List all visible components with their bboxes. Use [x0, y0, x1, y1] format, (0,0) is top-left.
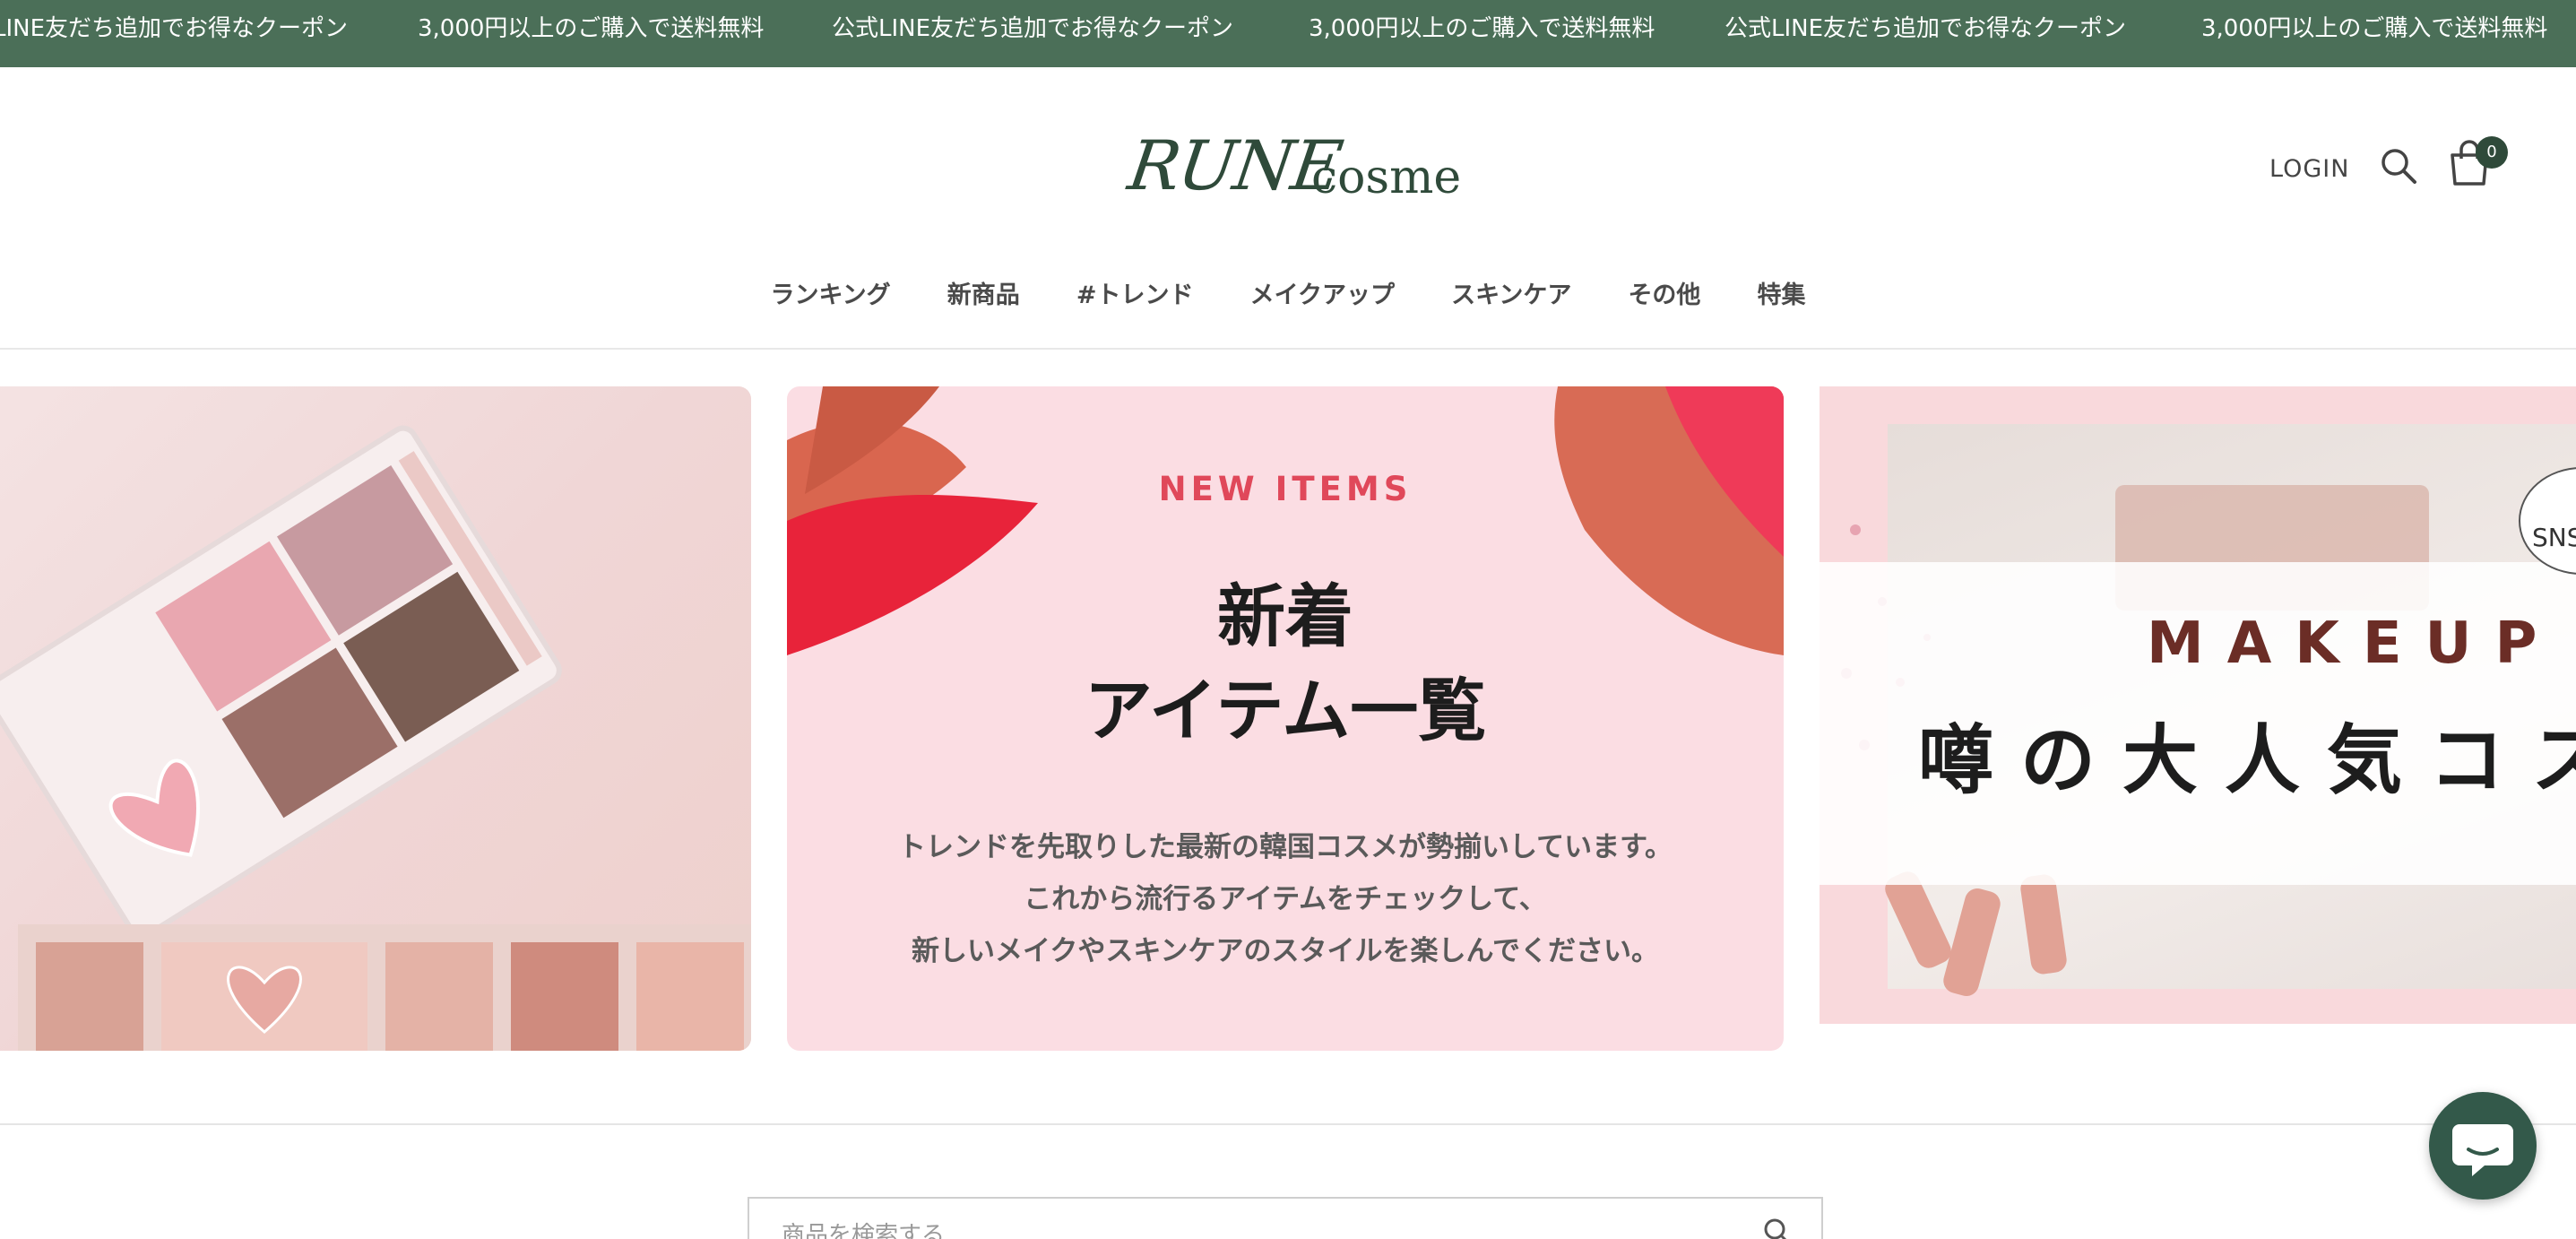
carousel-slide-makeup[interactable]: SNS MAKEUP 噂の大人気コス	[1820, 386, 2576, 1024]
sns-label: SNS	[2532, 523, 2576, 552]
search-icon[interactable]	[1762, 1217, 1793, 1239]
chat-bubble-icon	[2452, 1124, 2513, 1176]
nav-item-trend[interactable]: #トレンド	[1076, 273, 1194, 318]
announcement-message: 公式LINE友だち追加でお得なクーポン	[1725, 15, 2127, 42]
search-input[interactable]: 商品を検索する	[782, 1217, 945, 1239]
carousel-slide-palette[interactable]	[0, 386, 751, 1051]
product-search-box[interactable]: 商品を検索する	[748, 1197, 1823, 1239]
chat-button[interactable]	[2429, 1092, 2537, 1200]
slide-title-line1: 新着	[1217, 576, 1353, 656]
logo-word: cosme	[1311, 151, 1462, 204]
slide-description: 新しいメイクやスキンケアのスタイルを楽しんでください。	[912, 935, 1659, 967]
announcement-message: 公式LINE友だち追加でお得なクーポン	[832, 15, 1234, 42]
palette-image	[0, 425, 751, 1051]
slide-description: これから流行るアイテムをチェックして、	[1024, 883, 1547, 915]
slide-title-line2: アイテム一覧	[1084, 671, 1487, 750]
nav-item-new[interactable]: 新商品	[947, 273, 1020, 318]
carousel-slide-new-items[interactable]: NEW ITEMS 新着 アイテム一覧 トレンドを先取りした最新の韓国コスメが勢…	[787, 386, 1784, 1051]
login-link[interactable]: LOGIN	[2269, 155, 2349, 183]
announcement-message: 3,000円以上のご購入で送料無料	[2201, 15, 2548, 42]
cart-count-badge: 0	[2476, 136, 2508, 169]
site-header: RUNE cosme LOGIN 0 ランキング 新商品 #トレンド メイクアッ…	[0, 67, 2576, 350]
nav-item-makeup[interactable]: メイクアップ	[1250, 273, 1395, 318]
slide-heading: MAKEUP	[2147, 611, 2561, 677]
nav-item-feature[interactable]: 特集	[1758, 273, 1806, 318]
announcement-message: 3,000円以上のご購入で送料無料	[1309, 15, 1655, 42]
slide-subheading: 噂の大人気コス	[1918, 716, 2576, 804]
slide-description: トレンドを先取りした最新の韓国コスメが勢揃いしています。	[898, 831, 1673, 863]
site-logo[interactable]: RUNE cosme	[1124, 126, 1461, 224]
nav-item-ranking[interactable]: ランキング	[770, 273, 890, 318]
announcement-message: LINE友だち追加でお得なクーポン	[0, 15, 349, 42]
main-nav: ランキング 新商品 #トレンド メイクアップ スキンケア その他 特集	[0, 273, 2576, 318]
nav-item-skincare[interactable]: スキンケア	[1451, 273, 1571, 318]
search-icon[interactable]	[2379, 146, 2418, 186]
section-divider	[0, 1123, 2576, 1125]
slide-label: NEW ITEMS	[1158, 470, 1413, 508]
announcement-bar: LINE友だち追加でお得なクーポン 3,000円以上のご購入で送料無料 公式LI…	[0, 0, 2576, 67]
announcement-message: 3,000円以上のご購入で送料無料	[418, 15, 765, 42]
nav-item-other[interactable]: その他	[1628, 273, 1700, 318]
